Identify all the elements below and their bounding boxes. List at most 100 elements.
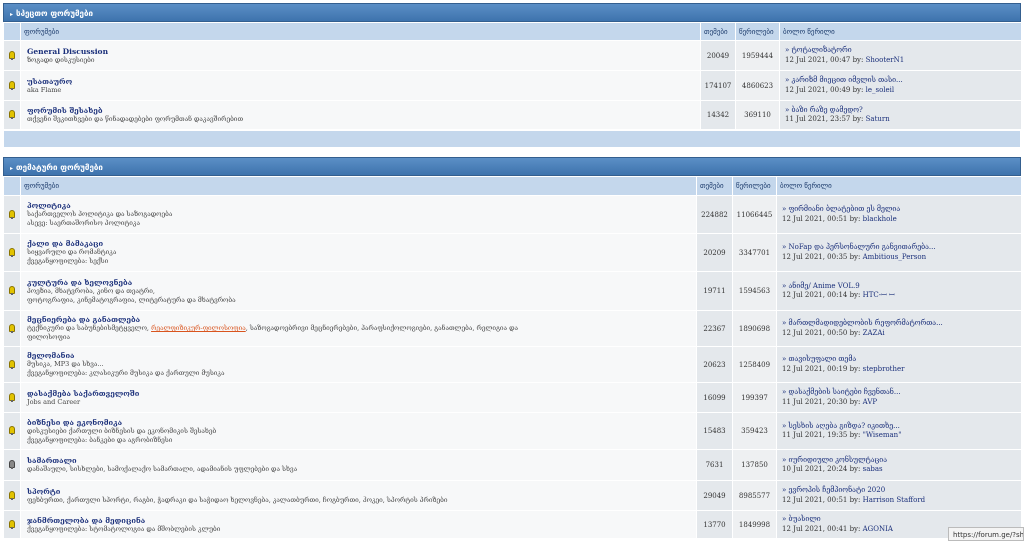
last-post-link[interactable]: » ანიმე/ Anime VOL.9 (782, 282, 1016, 292)
topic-count: 7631 (696, 449, 733, 481)
forum-row: უსათაურო aka Flame 174107 4860623 » კარიზ… (3, 70, 1022, 101)
last-post-link[interactable]: » კარიზმ მიეცით იმვლის თასი... (785, 76, 1016, 86)
last-post-user[interactable]: HTC-ꟷ ꟷ (863, 291, 895, 299)
forum-link[interactable]: მეცნიერება და განათლება (27, 315, 690, 324)
new-posts-bulb-icon (9, 247, 15, 257)
category-header[interactable]: ▸ სპეცთო ფორუმები (3, 3, 1021, 22)
forum-table: ფორუმები თემები წერილები ბოლო წერილი Gen… (3, 22, 1022, 130)
forum-subforums[interactable]: ქვეგანყოფილება: სექსი (27, 257, 690, 266)
last-post-user[interactable]: le_soleil (866, 86, 895, 94)
last-post-user[interactable]: Saturn (866, 115, 890, 123)
post-count: 359423 (732, 412, 777, 450)
new-posts-bulb-icon (9, 519, 15, 529)
topic-count: 20049 (700, 40, 736, 71)
topic-count: 16099 (696, 382, 733, 413)
category-title: სპეცთო ფორუმები (16, 9, 93, 18)
forum-subforums[interactable]: ასევე: საერთაშორისო პოლიტიკა (27, 219, 690, 228)
last-post-user[interactable]: AGONIA (863, 525, 893, 533)
last-post-user[interactable]: stepbrother (863, 365, 905, 373)
last-post-link[interactable]: » დასაქმების საიტები ჩვენთან... (782, 388, 1016, 398)
forum-description: ტექნიკური და საბუნებისმეტყველო, რეალფიზი… (27, 324, 519, 332)
table-header-row: ფორუმები თემები წერილები ბოლო წერილი (3, 22, 1022, 41)
topic-count: 19711 (696, 271, 733, 311)
forum-row: ბიზნესი და ეკონომიკა დისკუსიები ქართული ბ… (3, 412, 1022, 450)
post-count: 1959444 (735, 40, 780, 71)
last-post-date: 12 Jul 2021, 00:50 by: (782, 328, 861, 337)
col-topics-header: თემები (696, 176, 733, 196)
forum-link[interactable]: ფორუმის შესახებ (27, 106, 694, 115)
topic-count: 13770 (696, 510, 733, 539)
forum-link[interactable]: ბიზნესი და ეკონომიკა (27, 418, 690, 427)
last-post-link[interactable]: » ბუასილი (782, 515, 1016, 525)
post-count: 4860623 (735, 70, 780, 101)
forum-link[interactable]: პოლიტიკა (27, 201, 690, 210)
forum-category-thematic: ▸ თემატური ფორუმები ფორუმები თემები წერილ… (3, 157, 1022, 539)
forum-row: სამართალი დანაშაული, სისხლები, სამოქალაქო… (3, 449, 1022, 481)
new-posts-bulb-icon (9, 286, 15, 295)
post-count: 1594563 (732, 271, 777, 311)
col-posts-header: წერილები (732, 176, 777, 196)
last-post-date: 11 Jul 2021, 20:30 by: (782, 397, 861, 406)
last-post-user[interactable]: "Wiseman" (863, 431, 902, 439)
last-post-date: 12 Jul 2021, 00:41 by: (782, 524, 861, 533)
forum-description: ზოგადი დისკუსიები (27, 55, 95, 64)
last-post-link[interactable]: » ევროპის ჩემპიონატი 2020 (782, 486, 1016, 496)
last-post-link[interactable]: » იურიდიული კონსულტაცია (782, 456, 1016, 466)
topic-count: 20209 (696, 233, 733, 272)
last-post-user[interactable]: ShooterN1 (866, 56, 905, 64)
last-post-link[interactable]: » სესხის აღება გიზდა? იკითხე... (782, 422, 1016, 432)
last-post-user[interactable]: Ambitious_Person (863, 253, 926, 261)
forum-link[interactable]: კულტურა და ხელოვნება (27, 278, 690, 287)
last-post-user[interactable]: ZAZAi (863, 329, 885, 337)
last-post-date: 12 Jul 2021, 00:51 by: (782, 495, 861, 504)
col-topics-header: თემები (700, 22, 736, 41)
last-post-link[interactable]: » მართლმადიდებლობის რეფორმატორთა... (782, 319, 1016, 329)
post-count: 11066445 (732, 195, 777, 234)
post-count: 137850 (732, 449, 777, 481)
new-posts-bulb-icon (9, 323, 15, 333)
subforum-link[interactable]: რეალფიზიკურ-ფილოსოფია (151, 324, 246, 332)
post-count: 3347701 (732, 233, 777, 272)
forum-subforums[interactable]: ქვეგანყოფილება: სტომატოლოგია და მშობლები… (27, 525, 690, 534)
post-count: 1849998 (732, 510, 777, 539)
last-post-user[interactable]: AVP (863, 398, 877, 406)
topic-count: 20623 (696, 346, 733, 383)
forum-description-line2: ფოტოგრაფია, კინემატოგრაფია, ლიტერატურა დ… (27, 295, 236, 304)
last-post-date: 12 Jul 2021, 00:51 by: (782, 214, 861, 223)
forum-description: მუსიკა, MP3 და სხვა... (27, 360, 104, 368)
category-header[interactable]: ▸ თემატური ფორუმები (3, 157, 1021, 176)
forum-description: თქვენი შეკითხვები და წინადადებები ფორუმთ… (27, 115, 244, 123)
forum-description: Jobs and Career (27, 397, 81, 406)
forum-link[interactable]: დასაქმება საქართველოში (27, 389, 690, 398)
forum-category-special: ▸ სპეცთო ფორუმები ფორუმები თემები წერილებ… (3, 3, 1022, 148)
forum-link[interactable]: მელომანია (27, 351, 690, 360)
forum-description: ფეხბურთი, ქართული სპორტი, რაგბი, ჭადრაკი… (27, 495, 448, 504)
forum-link[interactable]: სპორტი (27, 487, 690, 496)
topic-count: 224882 (696, 195, 733, 234)
last-post-user[interactable]: sabas (863, 465, 883, 473)
forum-link[interactable]: General Discussion (27, 47, 694, 56)
last-post-user[interactable]: blackhole (863, 215, 897, 223)
forum-subforums[interactable]: ქვეგანყოფილება: ბანკები და აგრობიზნესი (27, 436, 690, 445)
last-post-link[interactable]: » NoFap და პერსონალური განვითარება... (782, 243, 1016, 253)
post-count: 369110 (735, 100, 780, 130)
new-posts-bulb-icon (9, 392, 15, 402)
last-post-link[interactable]: » ბაზი რაზე დამედო? (785, 106, 1016, 116)
last-post-link[interactable]: » თავისუფალი თემა (782, 355, 1016, 365)
last-post-user[interactable]: Harrison Stafford (863, 496, 926, 504)
last-post-link[interactable]: » ფირმიანი ბლატებით ეს მელია (782, 205, 1016, 215)
last-post-link[interactable]: » ტოტალიზატორი (785, 46, 1016, 56)
forum-link[interactable]: ჯანმრთელობა და მედიცინა (27, 516, 690, 525)
forum-row: დასაქმება საქართველოში Jobs and Career 16… (3, 382, 1022, 413)
forum-description: საქართველოს პოლიტიკა და საზოგადოება (27, 210, 173, 218)
forum-link[interactable]: უსათაურო (27, 77, 694, 86)
forum-link[interactable]: სამართალი (27, 456, 690, 465)
category-title: თემატური ფორუმები (16, 163, 103, 172)
forum-description: დისკუსიები ქართული ბიზნესის და ეკონომიკი… (27, 426, 217, 435)
forum-link[interactable]: ქალი და მამაკაცი (27, 239, 690, 248)
last-post-date: 12 Jul 2021, 00:14 by: (782, 291, 861, 299)
collapse-arrow-icon[interactable]: ▸ (10, 165, 13, 172)
forum-subforums[interactable]: ქვეგანყოფილება: კლასიკური მუსიკა და ქართ… (27, 369, 690, 378)
forum-description: დანაშაული, სისხლები, სამოქალაქო სამართალ… (27, 465, 298, 473)
collapse-arrow-icon[interactable]: ▸ (10, 11, 13, 18)
